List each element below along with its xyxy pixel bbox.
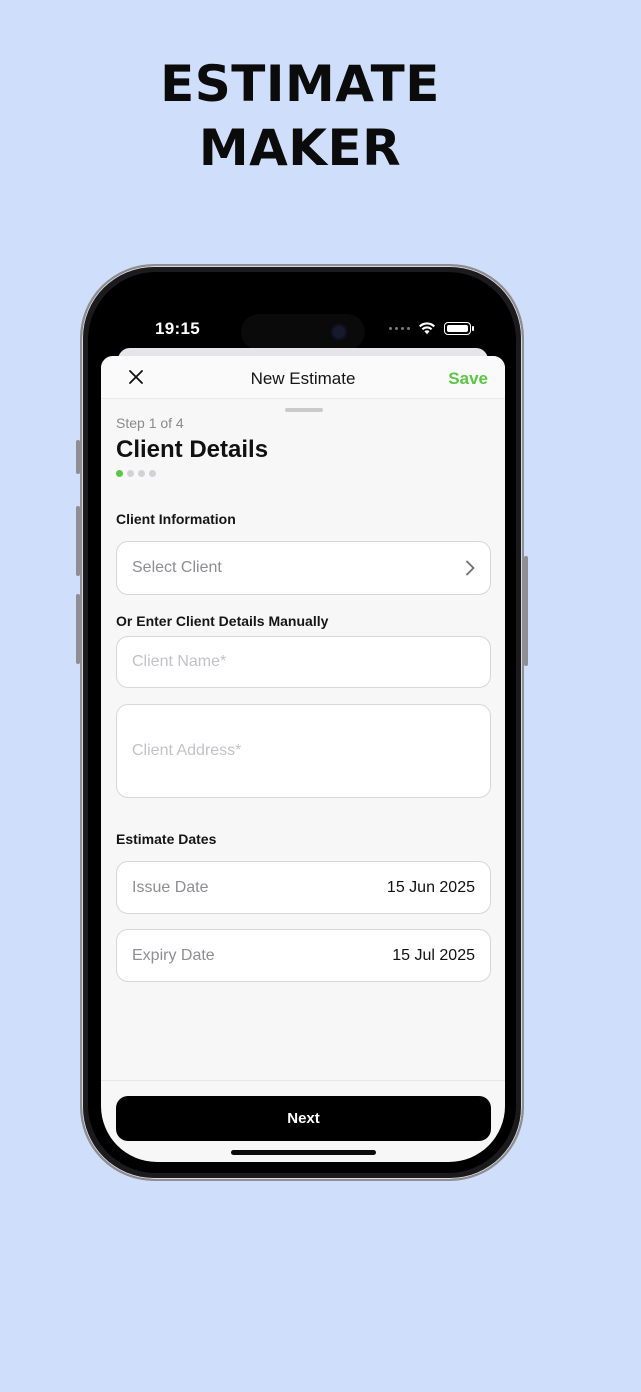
phone-mute-switch [76,440,80,474]
wifi-icon [419,322,435,335]
footer-divider [101,1080,505,1081]
phone-screen: 19:15 New Estimate Save Step 1 of 4 Clie… [101,285,505,1162]
home-indicator[interactable] [231,1150,376,1155]
hero-title: ESTIMATE MAKER [0,52,600,180]
status-time: 19:15 [155,319,200,338]
select-client-placeholder: Select Client [132,559,222,576]
client-name-placeholder: Client Name* [132,653,227,670]
hero-title-line2: MAKER [198,119,402,177]
client-address-placeholder: Client Address* [132,742,242,759]
signal-dots-icon [389,326,410,330]
page-title: Client Details [116,436,269,463]
client-information-label: Client Information [116,511,236,527]
issue-date-label: Issue Date [132,878,209,896]
issue-date-field[interactable]: Issue Date 15 Jun 2025 [116,861,491,914]
status-icons [389,321,474,335]
phone-volume-down [76,594,80,664]
estimate-dates-label: Estimate Dates [116,831,217,847]
step-progress-dots [116,470,156,477]
manual-entry-label: Or Enter Client Details Manually [116,613,329,629]
next-button[interactable]: Next [116,1096,491,1141]
camera-icon [333,326,345,338]
expiry-date-value: 15 Jul 2025 [392,946,475,964]
hero-title-line1: ESTIMATE [160,55,440,113]
phone-power-button [524,556,528,666]
save-button[interactable]: Save [448,369,488,389]
phone-frame: 19:15 New Estimate Save Step 1 of 4 Clie… [76,264,528,1181]
nav-bar: New Estimate Save [101,356,505,399]
client-address-input[interactable]: Client Address* [116,704,491,798]
dynamic-island [241,314,365,350]
progress-dot-3 [138,470,145,477]
issue-date-value: 15 Jun 2025 [386,878,475,896]
progress-dot-1 [116,470,123,477]
client-name-input[interactable]: Client Name* [116,636,491,688]
step-indicator: Step 1 of 4 [116,415,184,431]
expiry-date-label: Expiry Date [132,946,215,964]
select-client-field[interactable]: Select Client [116,541,491,595]
new-estimate-sheet: New Estimate Save Step 1 of 4 Client Det… [101,356,505,1162]
battery-icon [444,321,474,335]
progress-dot-2 [127,470,134,477]
expiry-date-field[interactable]: Expiry Date 15 Jul 2025 [116,929,491,982]
sheet-grabber[interactable] [285,408,323,412]
progress-dot-4 [149,470,156,477]
phone-volume-up [76,506,80,576]
nav-title: New Estimate [250,369,356,388]
chevron-right-icon [466,560,475,576]
